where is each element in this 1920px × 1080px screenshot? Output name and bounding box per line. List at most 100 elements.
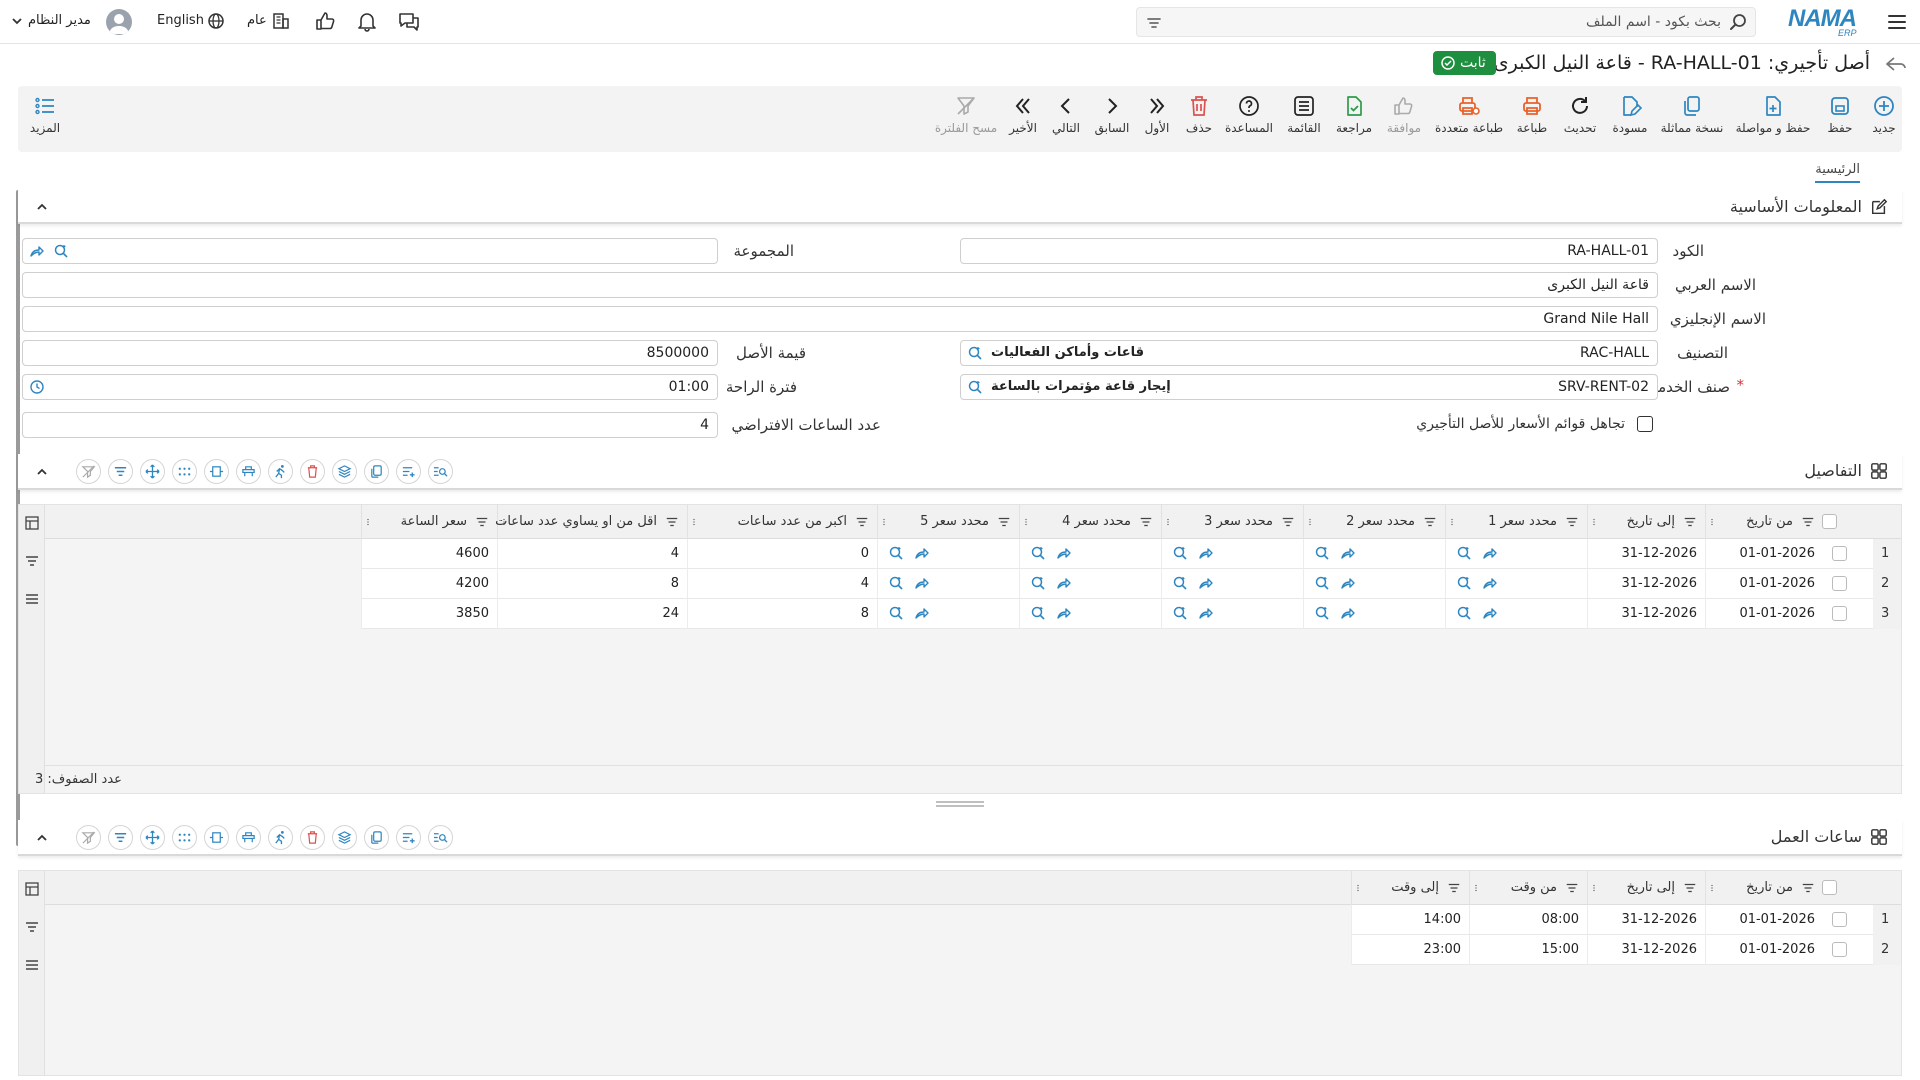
lookup-search-icon[interactable] bbox=[1456, 605, 1472, 621]
clear-filter-icon[interactable] bbox=[76, 459, 101, 484]
column-header[interactable]: سعر الساعة bbox=[361, 505, 497, 539]
column-filter-icon[interactable] bbox=[1447, 881, 1461, 895]
table-cell[interactable] bbox=[1019, 539, 1161, 569]
column-filter-icon[interactable] bbox=[1423, 515, 1437, 529]
table-cell[interactable] bbox=[1445, 569, 1587, 599]
save-button[interactable]: حفظ bbox=[1822, 94, 1858, 135]
column-menu-icon[interactable] bbox=[366, 514, 374, 530]
search-box[interactable] bbox=[1136, 7, 1756, 37]
open-link-icon[interactable] bbox=[1340, 605, 1356, 621]
open-link-icon[interactable] bbox=[1340, 575, 1356, 591]
previous-button[interactable]: السابق bbox=[1092, 94, 1132, 135]
thumbs-up-icon[interactable] bbox=[314, 10, 336, 32]
group-field[interactable] bbox=[22, 238, 718, 264]
refresh-button[interactable]: تحديث bbox=[1560, 94, 1600, 135]
table-cell[interactable]: 3850 bbox=[361, 599, 497, 629]
search-input[interactable] bbox=[1181, 8, 1721, 36]
filter-lines-icon[interactable] bbox=[108, 459, 133, 484]
language-switch[interactable]: English bbox=[157, 13, 204, 28]
column-filter-icon[interactable] bbox=[1683, 515, 1697, 529]
lookup-search-icon[interactable] bbox=[967, 379, 983, 395]
table-cell[interactable]: 31-12-2026 bbox=[1587, 935, 1705, 965]
column-header[interactable]: إلى تاريخ bbox=[1587, 505, 1705, 539]
more-button[interactable]: المزيد bbox=[28, 94, 62, 135]
row-checkbox[interactable] bbox=[1832, 546, 1847, 561]
table-cell[interactable]: 01-01-2026 bbox=[1705, 905, 1823, 935]
column-header[interactable]: إلى تاريخ bbox=[1587, 871, 1705, 905]
open-link-icon[interactable] bbox=[29, 243, 45, 259]
menu-lines-icon[interactable] bbox=[24, 957, 40, 973]
chevron-down-icon[interactable] bbox=[10, 14, 24, 28]
chat-icon[interactable] bbox=[397, 10, 421, 32]
table-cell[interactable]: 4 bbox=[497, 539, 687, 569]
column-menu-icon[interactable] bbox=[1024, 514, 1032, 530]
table-cell[interactable]: 4600 bbox=[361, 539, 497, 569]
table-cell[interactable] bbox=[877, 599, 1019, 629]
clock-icon[interactable] bbox=[29, 379, 45, 395]
table-cell[interactable]: 31-12-2026 bbox=[1587, 539, 1705, 569]
column-menu-icon[interactable] bbox=[1166, 514, 1174, 530]
add-row-icon[interactable] bbox=[396, 825, 421, 850]
grid-dots-icon[interactable] bbox=[172, 825, 197, 850]
table-split-icon[interactable] bbox=[236, 825, 261, 850]
column-menu-icon[interactable] bbox=[1710, 514, 1718, 530]
column-header[interactable]: محدد سعر 4 bbox=[1019, 505, 1161, 539]
table-cell[interactable] bbox=[1303, 569, 1445, 599]
column-menu-icon[interactable] bbox=[1592, 514, 1600, 530]
table-cell[interactable]: 01-01-2026 bbox=[1705, 569, 1823, 599]
table-cell[interactable]: 23:00 bbox=[1351, 935, 1469, 965]
column-filter-icon[interactable] bbox=[1801, 515, 1815, 529]
search-list-icon[interactable] bbox=[428, 459, 453, 484]
table-cell[interactable]: 15:00 bbox=[1469, 935, 1587, 965]
next-button[interactable]: التالي bbox=[1048, 94, 1084, 135]
filter-lines-icon[interactable] bbox=[108, 825, 133, 850]
table-cell[interactable] bbox=[1303, 599, 1445, 629]
chevron-up-icon[interactable] bbox=[34, 464, 50, 480]
column-menu-icon[interactable] bbox=[1710, 880, 1718, 896]
column-header[interactable]: من تاريخ bbox=[1705, 505, 1823, 539]
column-filter-icon[interactable] bbox=[1139, 515, 1153, 529]
globe-icon[interactable] bbox=[207, 12, 225, 30]
open-link-icon[interactable] bbox=[1198, 575, 1214, 591]
lookup-search-icon[interactable] bbox=[1456, 545, 1472, 561]
building-icon[interactable] bbox=[271, 11, 291, 31]
lookup-search-icon[interactable] bbox=[53, 243, 69, 259]
column-filter-icon[interactable] bbox=[1565, 515, 1579, 529]
row-checkbox[interactable] bbox=[1832, 912, 1847, 927]
column-filter-icon[interactable] bbox=[1801, 881, 1815, 895]
open-link-icon[interactable] bbox=[1340, 545, 1356, 561]
column-header[interactable]: محدد سعر 1 bbox=[1445, 505, 1587, 539]
work-hours-header[interactable]: ساعات العمل bbox=[18, 820, 1902, 856]
lookup-search-icon[interactable] bbox=[888, 545, 904, 561]
table-cell[interactable]: 8 bbox=[497, 569, 687, 599]
new-button[interactable]: جديد bbox=[1866, 94, 1902, 135]
row-checkbox[interactable] bbox=[1832, 576, 1847, 591]
filter-lines-icon[interactable] bbox=[1145, 14, 1163, 32]
column-filter-icon[interactable] bbox=[1281, 515, 1295, 529]
row-checkbox[interactable] bbox=[1832, 606, 1847, 621]
runner-icon[interactable] bbox=[268, 459, 293, 484]
table-cell[interactable]: 01-01-2026 bbox=[1705, 539, 1823, 569]
table-cell[interactable] bbox=[1161, 539, 1303, 569]
column-header[interactable]: محدد سعر 3 bbox=[1161, 505, 1303, 539]
filter-lines-icon[interactable] bbox=[24, 553, 40, 569]
table-cell[interactable]: 24 bbox=[497, 599, 687, 629]
table-cell[interactable]: 08:00 bbox=[1469, 905, 1587, 935]
tab-main[interactable]: الرئيسية bbox=[1815, 162, 1860, 183]
move-icon[interactable] bbox=[140, 825, 165, 850]
table-cell[interactable]: 01-01-2026 bbox=[1705, 935, 1823, 965]
select-all-checkbox[interactable] bbox=[1822, 514, 1837, 529]
user-name[interactable]: مدير النظام bbox=[28, 13, 91, 28]
english-name-field[interactable]: Grand Nile Hall bbox=[22, 306, 1658, 332]
open-link-icon[interactable] bbox=[1482, 545, 1498, 561]
lookup-search-icon[interactable] bbox=[888, 575, 904, 591]
table-cell[interactable] bbox=[877, 569, 1019, 599]
open-link-icon[interactable] bbox=[1056, 605, 1072, 621]
column-header[interactable]: من وقت bbox=[1469, 871, 1587, 905]
list-button[interactable]: القائمة bbox=[1282, 94, 1326, 135]
table-cell[interactable] bbox=[877, 539, 1019, 569]
open-link-icon[interactable] bbox=[1056, 575, 1072, 591]
table-cell[interactable] bbox=[1161, 599, 1303, 629]
trash-icon[interactable] bbox=[300, 825, 325, 850]
column-menu-icon[interactable] bbox=[1474, 880, 1482, 896]
